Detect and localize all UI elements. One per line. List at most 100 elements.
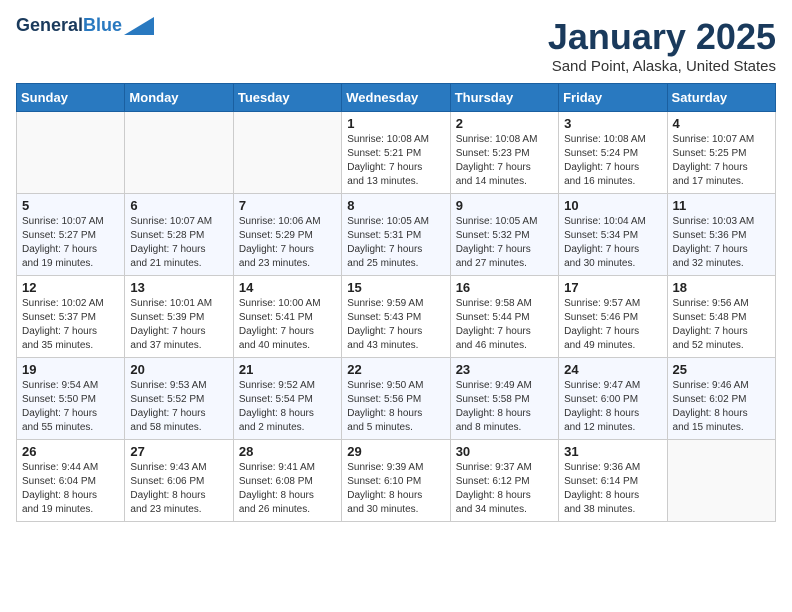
day-number: 3	[564, 116, 661, 131]
day-info: Sunrise: 9:54 AM Sunset: 5:50 PM Dayligh…	[22, 379, 119, 435]
day-number: 1	[347, 116, 444, 131]
day-info: Sunrise: 9:49 AM Sunset: 5:58 PM Dayligh…	[456, 379, 553, 435]
calendar-cell: 20 Sunrise: 9:53 AM Sunset: 5:52 PM Dayli…	[125, 358, 233, 440]
calendar-cell	[233, 112, 341, 194]
calendar-cell: 23 Sunrise: 9:49 AM Sunset: 5:58 PM Dayli…	[450, 358, 558, 440]
calendar-cell: 10Sunrise: 10:04 AM Sunset: 5:34 PM Dayl…	[559, 194, 667, 276]
day-info: Sunrise: 10:07 AM Sunset: 5:27 PM Daylig…	[22, 215, 119, 271]
day-number: 31	[564, 444, 661, 459]
day-info: Sunrise: 10:00 AM Sunset: 5:41 PM Daylig…	[239, 297, 336, 353]
day-info: Sunrise: 9:44 AM Sunset: 6:04 PM Dayligh…	[22, 461, 119, 517]
day-number: 19	[22, 362, 119, 377]
day-number: 8	[347, 198, 444, 213]
calendar-cell	[667, 440, 775, 522]
day-info: Sunrise: 9:53 AM Sunset: 5:52 PM Dayligh…	[130, 379, 227, 435]
calendar-cell: 25Sunrise: 9:46 AM Sunset: 6:02 PM Dayli…	[667, 358, 775, 440]
calendar-cell: 5 Sunrise: 10:07 AM Sunset: 5:27 PM Dayli…	[17, 194, 125, 276]
logo-icon	[124, 17, 154, 35]
day-info: Sunrise: 9:57 AM Sunset: 5:46 PM Dayligh…	[564, 297, 661, 353]
day-number: 9	[456, 198, 553, 213]
day-info: Sunrise: 9:58 AM Sunset: 5:44 PM Dayligh…	[456, 297, 553, 353]
calendar-cell: 12Sunrise: 10:02 AM Sunset: 5:37 PM Dayl…	[17, 276, 125, 358]
day-number: 2	[456, 116, 553, 131]
day-info: Sunrise: 10:03 AM Sunset: 5:36 PM Daylig…	[673, 215, 770, 271]
day-number: 21	[239, 362, 336, 377]
calendar-cell: 6 Sunrise: 10:07 AM Sunset: 5:28 PM Dayli…	[125, 194, 233, 276]
calendar-cell: 27 Sunrise: 9:43 AM Sunset: 6:06 PM Dayli…	[125, 440, 233, 522]
calendar-cell: 9 Sunrise: 10:05 AM Sunset: 5:32 PM Dayli…	[450, 194, 558, 276]
calendar-week-row: 19 Sunrise: 9:54 AM Sunset: 5:50 PM Dayli…	[17, 358, 776, 440]
calendar-week-row: 12Sunrise: 10:02 AM Sunset: 5:37 PM Dayl…	[17, 276, 776, 358]
day-info: Sunrise: 9:41 AM Sunset: 6:08 PM Dayligh…	[239, 461, 336, 517]
day-info: Sunrise: 10:08 AM Sunset: 5:24 PM Daylig…	[564, 133, 661, 189]
day-info: Sunrise: 9:37 AM Sunset: 6:12 PM Dayligh…	[456, 461, 553, 517]
calendar-cell: 4Sunrise: 10:07 AM Sunset: 5:25 PM Dayli…	[667, 112, 775, 194]
calendar-cell: 21 Sunrise: 9:52 AM Sunset: 5:54 PM Dayli…	[233, 358, 341, 440]
calendar-cell: 14Sunrise: 10:00 AM Sunset: 5:41 PM Dayl…	[233, 276, 341, 358]
calendar-cell	[125, 112, 233, 194]
day-info: Sunrise: 10:01 AM Sunset: 5:39 PM Daylig…	[130, 297, 227, 353]
day-info: Sunrise: 10:04 AM Sunset: 5:34 PM Daylig…	[564, 215, 661, 271]
day-info: Sunrise: 9:36 AM Sunset: 6:14 PM Dayligh…	[564, 461, 661, 517]
day-info: Sunrise: 10:02 AM Sunset: 5:37 PM Daylig…	[22, 297, 119, 353]
calendar-cell: 2 Sunrise: 10:08 AM Sunset: 5:23 PM Dayli…	[450, 112, 558, 194]
weekday-header: Thursday	[450, 84, 558, 112]
title-area: January 2025 Sand Point, Alaska, United …	[548, 16, 776, 75]
calendar-week-row: 1Sunrise: 10:08 AM Sunset: 5:21 PM Dayli…	[17, 112, 776, 194]
calendar-cell: 22 Sunrise: 9:50 AM Sunset: 5:56 PM Dayli…	[342, 358, 450, 440]
day-info: Sunrise: 10:05 AM Sunset: 5:32 PM Daylig…	[456, 215, 553, 271]
weekday-header: Tuesday	[233, 84, 341, 112]
day-number: 22	[347, 362, 444, 377]
day-number: 24	[564, 362, 661, 377]
day-number: 18	[673, 280, 770, 295]
day-number: 17	[564, 280, 661, 295]
day-info: Sunrise: 9:56 AM Sunset: 5:48 PM Dayligh…	[673, 297, 770, 353]
day-number: 28	[239, 444, 336, 459]
location-title: Sand Point, Alaska, United States	[548, 58, 776, 75]
calendar-cell: 19 Sunrise: 9:54 AM Sunset: 5:50 PM Dayli…	[17, 358, 125, 440]
day-number: 4	[673, 116, 770, 131]
day-number: 7	[239, 198, 336, 213]
day-number: 6	[130, 198, 227, 213]
day-info: Sunrise: 9:39 AM Sunset: 6:10 PM Dayligh…	[347, 461, 444, 517]
day-number: 30	[456, 444, 553, 459]
day-number: 29	[347, 444, 444, 459]
logo-text: GeneralBlue	[16, 16, 122, 36]
calendar-cell: 30 Sunrise: 9:37 AM Sunset: 6:12 PM Dayli…	[450, 440, 558, 522]
day-info: Sunrise: 10:07 AM Sunset: 5:28 PM Daylig…	[130, 215, 227, 271]
calendar-header-row: SundayMondayTuesdayWednesdayThursdayFrid…	[17, 84, 776, 112]
day-info: Sunrise: 9:43 AM Sunset: 6:06 PM Dayligh…	[130, 461, 227, 517]
calendar-cell: 15 Sunrise: 9:59 AM Sunset: 5:43 PM Dayli…	[342, 276, 450, 358]
calendar-cell: 31 Sunrise: 9:36 AM Sunset: 6:14 PM Dayli…	[559, 440, 667, 522]
day-info: Sunrise: 10:06 AM Sunset: 5:29 PM Daylig…	[239, 215, 336, 271]
calendar-week-row: 26 Sunrise: 9:44 AM Sunset: 6:04 PM Dayli…	[17, 440, 776, 522]
day-number: 20	[130, 362, 227, 377]
day-info: Sunrise: 9:47 AM Sunset: 6:00 PM Dayligh…	[564, 379, 661, 435]
calendar-cell: 24 Sunrise: 9:47 AM Sunset: 6:00 PM Dayli…	[559, 358, 667, 440]
day-number: 5	[22, 198, 119, 213]
calendar-cell: 28 Sunrise: 9:41 AM Sunset: 6:08 PM Dayli…	[233, 440, 341, 522]
logo: GeneralBlue	[16, 16, 154, 36]
day-info: Sunrise: 9:52 AM Sunset: 5:54 PM Dayligh…	[239, 379, 336, 435]
day-number: 25	[673, 362, 770, 377]
day-info: Sunrise: 10:08 AM Sunset: 5:23 PM Daylig…	[456, 133, 553, 189]
day-number: 27	[130, 444, 227, 459]
calendar-cell: 1Sunrise: 10:08 AM Sunset: 5:21 PM Dayli…	[342, 112, 450, 194]
month-title: January 2025	[548, 16, 776, 58]
calendar-cell: 8Sunrise: 10:05 AM Sunset: 5:31 PM Dayli…	[342, 194, 450, 276]
day-number: 23	[456, 362, 553, 377]
day-number: 26	[22, 444, 119, 459]
calendar-cell: 11 Sunrise: 10:03 AM Sunset: 5:36 PM Dayl…	[667, 194, 775, 276]
weekday-header: Sunday	[17, 84, 125, 112]
day-number: 15	[347, 280, 444, 295]
calendar-week-row: 5 Sunrise: 10:07 AM Sunset: 5:27 PM Dayli…	[17, 194, 776, 276]
weekday-header: Saturday	[667, 84, 775, 112]
day-number: 11	[673, 198, 770, 213]
weekday-header: Friday	[559, 84, 667, 112]
weekday-header: Monday	[125, 84, 233, 112]
calendar: SundayMondayTuesdayWednesdayThursdayFrid…	[16, 83, 776, 522]
day-info: Sunrise: 9:50 AM Sunset: 5:56 PM Dayligh…	[347, 379, 444, 435]
day-info: Sunrise: 9:59 AM Sunset: 5:43 PM Dayligh…	[347, 297, 444, 353]
calendar-cell: 29 Sunrise: 9:39 AM Sunset: 6:10 PM Dayli…	[342, 440, 450, 522]
calendar-cell: 13Sunrise: 10:01 AM Sunset: 5:39 PM Dayl…	[125, 276, 233, 358]
